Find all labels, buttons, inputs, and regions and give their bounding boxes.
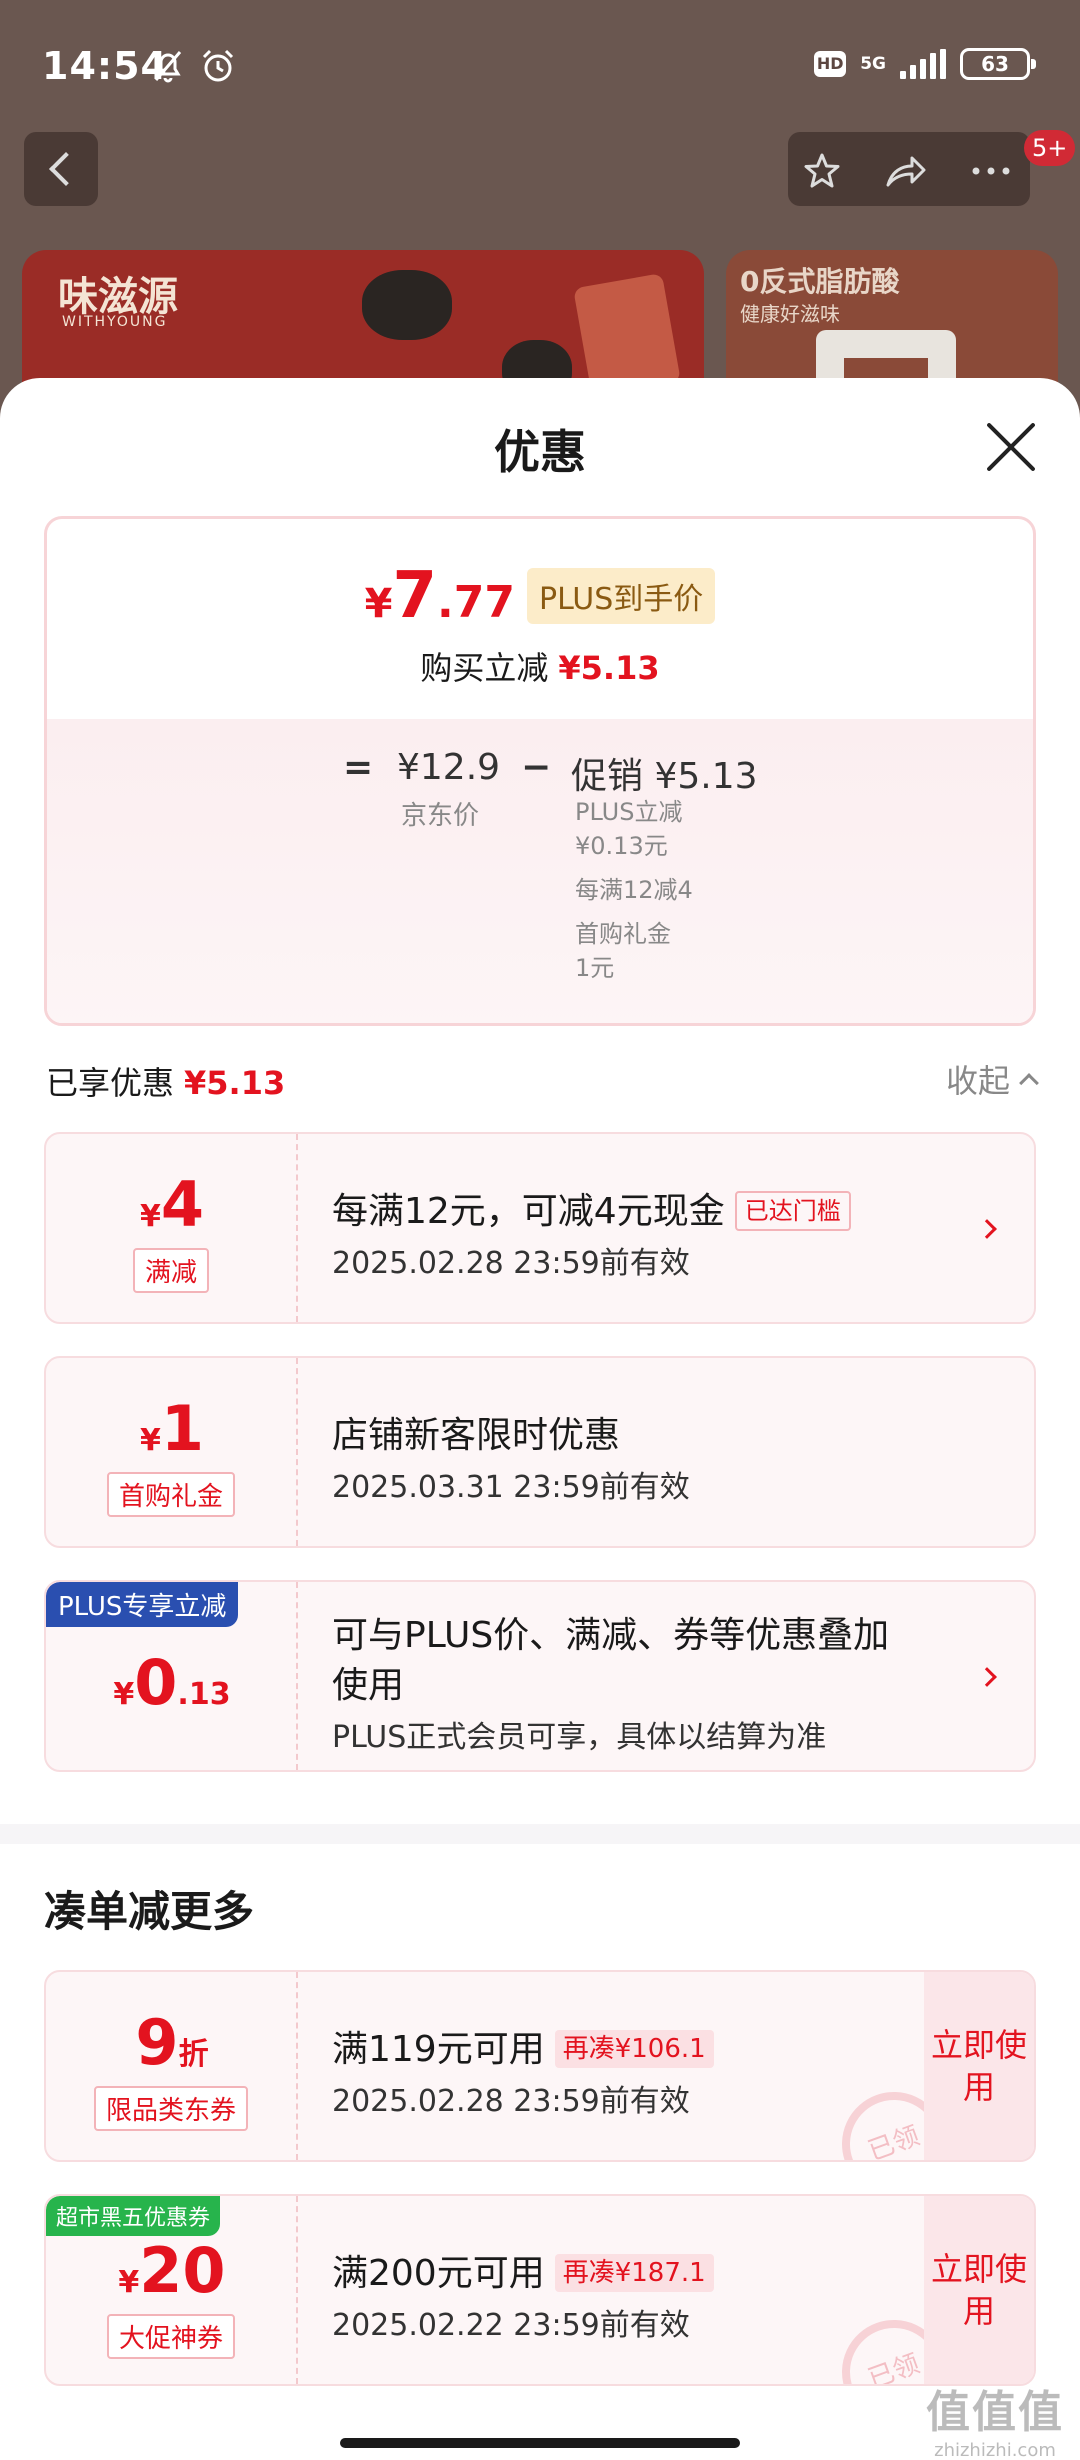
alarm-icon	[202, 49, 234, 82]
product2-title: 0反式脂肪酸	[740, 265, 900, 298]
threshold-reached-badge: 已达门槛	[734, 1191, 851, 1231]
coupon-left: 9折 限品类东券	[46, 1972, 298, 2160]
promo-item: 首购礼金	[575, 920, 671, 948]
chevron-up-icon	[1019, 1073, 1039, 1093]
section-divider	[0, 1824, 1080, 1844]
watermark: 值值值 zhizhizhi.com	[926, 2376, 1064, 2460]
status-bar: 14:54 HD 5G 63	[0, 0, 1080, 130]
instant-reduce-row: 购买立减 ¥5.13	[47, 643, 1033, 689]
coupon-date: 2025.03.31 23:59前有效	[332, 1470, 690, 1505]
minus-sign: −	[521, 747, 552, 788]
promo-item: 1元	[575, 954, 615, 982]
status-icons-left	[148, 46, 238, 86]
signal-icon	[900, 49, 946, 79]
coupon-type-tag: 限品类东券	[93, 2086, 249, 2131]
share-icon[interactable]	[884, 151, 928, 191]
jd-price-label: 京东价	[401, 801, 480, 831]
coupon-title: 满200元可用 再凑¥187.1	[332, 2244, 714, 2296]
coupon-title: 满119元可用 再凑¥106.1	[332, 2020, 714, 2072]
need-more-tag: 再凑¥106.1	[554, 2030, 714, 2068]
nav-actions	[788, 132, 1030, 206]
need-more-tag: 再凑¥187.1	[554, 2254, 714, 2292]
message-badge: 5+	[1024, 130, 1076, 166]
coupon-title: 店铺新客限时优惠	[332, 1415, 621, 1456]
close-button[interactable]	[984, 420, 1038, 474]
chevron-right-icon	[977, 1219, 997, 1239]
back-button[interactable]	[24, 132, 98, 206]
coupon-full-reduction[interactable]: ¥4 满减 每满12元，可减4元现金 已达门槛 2025.02.28 23:59前…	[44, 1132, 1036, 1324]
coupon-category-discount: 9折 限品类东券 满119元可用 再凑¥106.1 2025.02.28 23:5…	[44, 1970, 1036, 2162]
coupon-left: ¥20 大促神券	[46, 2196, 298, 2384]
status-right: HD 5G 63	[814, 48, 1036, 80]
coupon-promo: 超市黑五优惠券 ¥20 大促神券 满200元可用 再凑¥187.1 2025.02…	[44, 2194, 1036, 2386]
coupon-first-purchase[interactable]: ¥1 首购礼金 店铺新客限时优惠 2025.03.31 23:59前有效	[44, 1356, 1036, 1548]
coupon-amount: ¥0.13	[113, 1646, 231, 1719]
final-price: ¥7.77	[364, 559, 515, 633]
enjoyed-value: ¥5.13	[184, 1064, 286, 1102]
coupon-type-tag: 大促神券	[106, 2314, 236, 2359]
coupon-type-tag: 首购礼金	[106, 1472, 236, 1517]
coupon-note: PLUS正式会员可享，具体以结算为准	[332, 1720, 827, 1755]
watermark-sub: zhizhizhi.com	[934, 2440, 1056, 2460]
final-price-row: ¥7.77 PLUS到手价	[47, 559, 1033, 633]
sheet-title: 优惠	[494, 425, 586, 479]
coupon-left: ¥1 首购礼金	[46, 1358, 298, 1546]
collapse-label: 收起	[945, 1062, 1010, 1100]
coupon-amount: 9折	[135, 2006, 209, 2079]
more-icon[interactable]	[968, 151, 1014, 191]
promo-total: 促销 ¥5.13	[571, 756, 758, 797]
star-icon[interactable]	[802, 151, 842, 191]
coupon-plus-reduce[interactable]: PLUS专享立减 ¥0.13 可与PLUS价、满减、券等优惠叠加 使用 PLUS…	[44, 1580, 1036, 1772]
coupon-date: 2025.02.28 23:59前有效	[332, 1246, 690, 1281]
chevron-right-icon	[977, 1667, 997, 1687]
coupon-amount: ¥20	[118, 2234, 226, 2307]
promo-item: 每满12减4	[575, 876, 693, 904]
watermark-main: 值值值	[926, 2387, 1064, 2438]
equals-sign: =	[343, 747, 374, 788]
promo-item: ¥0.13元	[575, 832, 668, 860]
bell-off-icon	[154, 51, 182, 83]
coupon-amount: ¥1	[139, 1392, 204, 1465]
plus-price-tag: PLUS到手价	[527, 568, 716, 624]
coupon-title-line2: 使用	[332, 1665, 405, 1706]
battery-icon: 63	[960, 48, 1036, 80]
coupon-date: 2025.02.22 23:59前有效	[332, 2308, 690, 2343]
discount-sheet: 优惠 ¥7.77 PLUS到手价 购买立减 ¥5.13 = ¥12.9 京东价 − …	[0, 378, 1080, 2460]
product-brand-sub: WITHYOUNG	[62, 314, 168, 330]
instant-reduce-value: ¥5.13	[558, 649, 660, 687]
price-formula: = ¥12.9 京东价 − 促销 ¥5.13 PLUS立减 ¥0.13元 每满1…	[47, 747, 1033, 1023]
home-indicator[interactable]	[340, 2438, 740, 2448]
enjoyed-discount: 已享优惠 ¥5.13	[46, 1058, 285, 1104]
coupon-title: 每满12元，可减4元现金 已达门槛	[332, 1182, 851, 1234]
instant-reduce-label: 购买立减	[420, 649, 549, 687]
product2-sub: 健康好滋味	[740, 302, 840, 326]
hd-badge: HD	[814, 51, 847, 77]
use-now-button[interactable]: 立即使用	[924, 1972, 1034, 2160]
enjoyed-label: 已享优惠	[46, 1064, 175, 1102]
use-now-button[interactable]: 立即使用	[924, 2196, 1034, 2384]
promo-item: PLUS立减	[575, 798, 683, 826]
coupon-type-tag: 满减	[132, 1248, 210, 1293]
coupon-left: ¥0.13	[46, 1582, 298, 1770]
network-type: 5G	[860, 54, 886, 74]
price-summary: ¥7.77 PLUS到手价 购买立减 ¥5.13 = ¥12.9 京东价 − 促销 …	[44, 516, 1036, 1026]
more-section-title: 凑单减更多	[44, 1887, 255, 1936]
coupon-title: 可与PLUS价、满减、券等优惠叠加	[332, 1615, 890, 1656]
coupon-left: ¥4 满减	[46, 1134, 298, 1322]
collapse-toggle[interactable]: 收起	[945, 1056, 1039, 1102]
jd-price: ¥12.9	[397, 747, 501, 788]
product-decor	[362, 270, 452, 340]
coupon-date: 2025.02.28 23:59前有效	[332, 2084, 690, 2119]
coupon-amount: ¥4	[139, 1168, 204, 1241]
